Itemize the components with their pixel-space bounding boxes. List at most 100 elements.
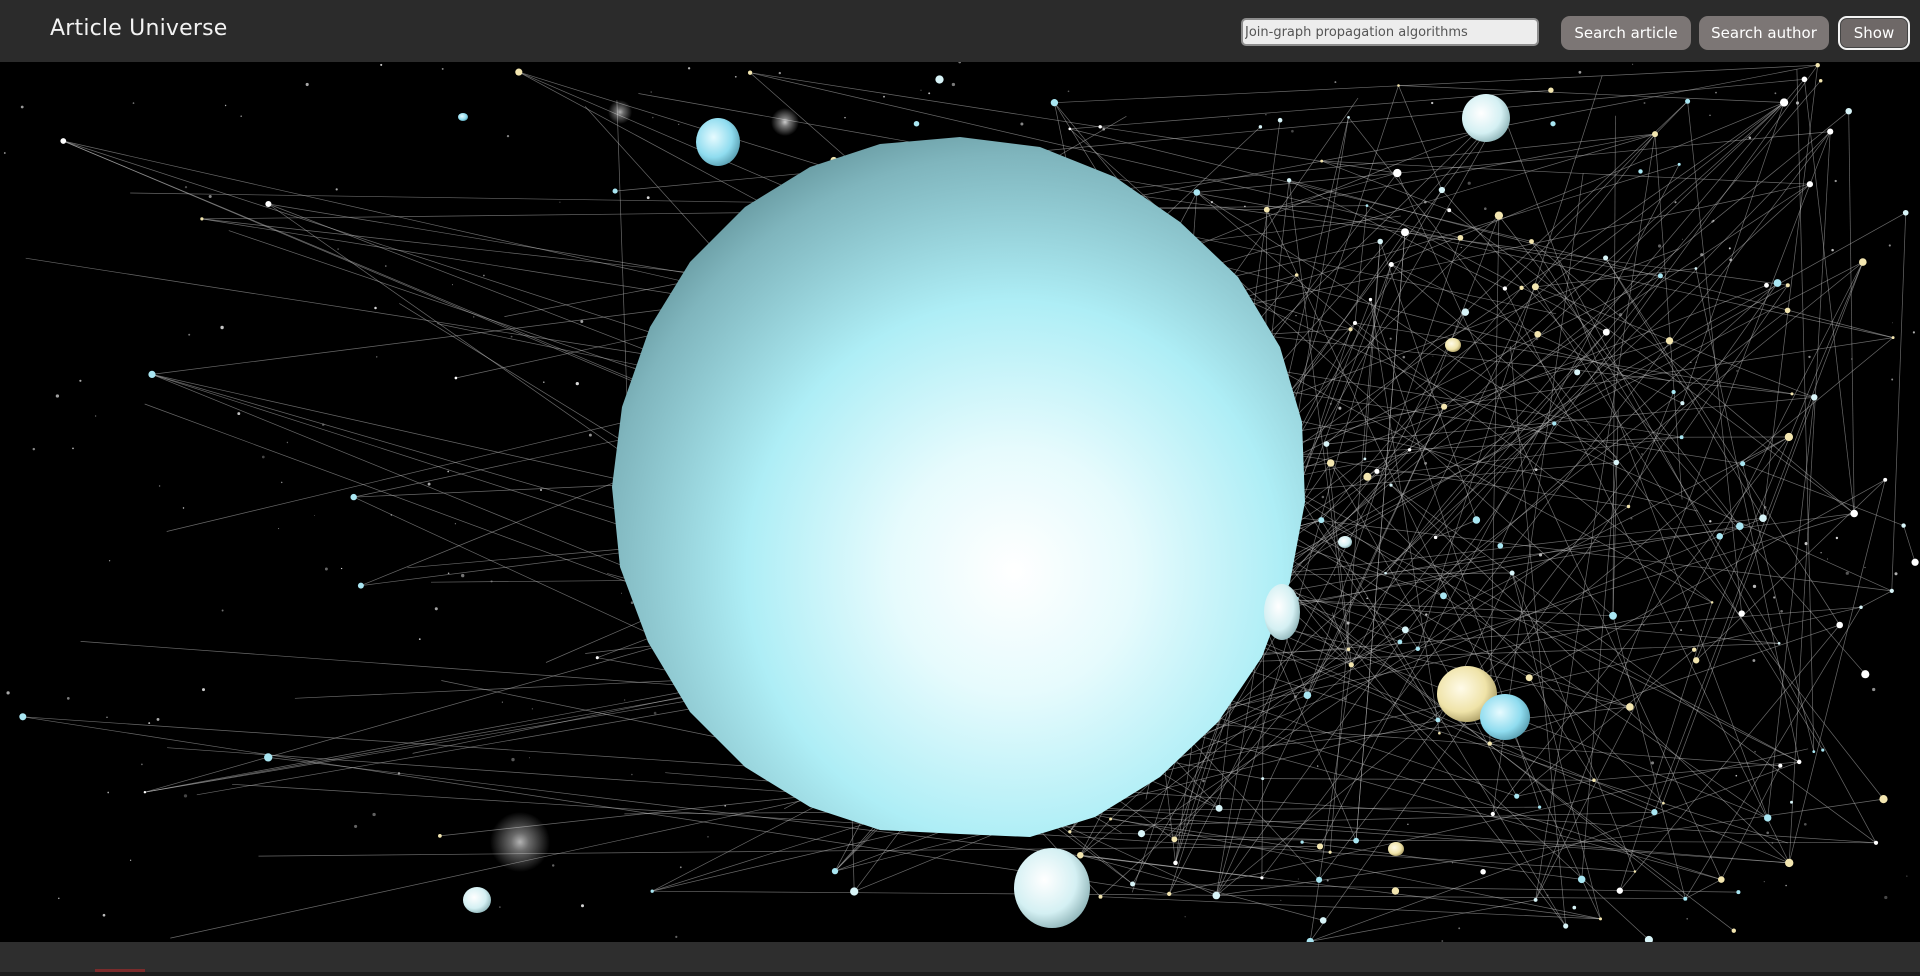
graph-node[interactable] (1718, 876, 1725, 883)
graph-node[interactable] (1130, 881, 1136, 887)
graph-node[interactable] (1457, 234, 1464, 241)
graph-node[interactable] (1525, 674, 1533, 682)
graph-node[interactable] (1352, 320, 1358, 326)
graph-node[interactable] (1801, 76, 1808, 83)
graph-node[interactable] (143, 790, 147, 794)
graph-node[interactable] (1384, 571, 1387, 575)
graph-node[interactable] (1665, 337, 1674, 345)
graph-node[interactable] (1777, 642, 1781, 645)
graph-node[interactable] (1294, 273, 1299, 277)
graph-canvas[interactable] (0, 62, 1920, 942)
graph-node[interactable] (1323, 441, 1330, 447)
show-button[interactable]: Show (1838, 16, 1910, 50)
article-node[interactable] (458, 113, 468, 121)
graph-node[interactable] (1318, 517, 1325, 524)
graph-node[interactable] (1836, 621, 1844, 629)
graph-node[interactable] (1778, 763, 1783, 768)
graph-node[interactable] (1286, 178, 1292, 183)
graph-node[interactable] (1796, 759, 1802, 765)
graph-node[interactable] (1391, 887, 1400, 895)
graph-node[interactable] (1109, 817, 1113, 821)
graph-node[interactable] (1326, 459, 1335, 467)
graph-node[interactable] (1626, 504, 1631, 509)
graph-node[interactable] (595, 656, 599, 660)
graph-node[interactable] (1537, 805, 1542, 809)
graph-node[interactable] (1692, 647, 1697, 652)
graph-node[interactable] (1694, 267, 1698, 270)
graph-node[interactable] (1171, 836, 1178, 843)
graph-node[interactable] (1514, 793, 1520, 799)
graph-node[interactable] (1652, 131, 1658, 138)
graph-node[interactable] (1319, 917, 1327, 924)
graph-node[interactable] (1603, 255, 1609, 261)
graph-node[interactable] (1902, 209, 1909, 216)
graph-node[interactable] (1348, 662, 1354, 668)
graph-node[interactable] (612, 188, 618, 194)
graph-node[interactable] (1260, 876, 1264, 880)
graph-node[interactable] (1388, 261, 1394, 268)
graph-node[interactable] (650, 889, 654, 893)
graph-node[interactable] (1368, 297, 1373, 302)
graph-node[interactable] (1534, 330, 1542, 338)
graph-node[interactable] (1679, 435, 1684, 440)
graph-node[interactable] (1859, 605, 1863, 609)
article-node[interactable] (1480, 694, 1530, 740)
graph-node[interactable] (1447, 208, 1452, 213)
graph-node[interactable] (1348, 327, 1353, 332)
graph-node[interactable] (264, 753, 273, 762)
graph-node[interactable] (1098, 125, 1102, 129)
graph-node[interactable] (1552, 421, 1557, 426)
graph-node[interactable] (1806, 181, 1814, 188)
graph-node[interactable] (1363, 457, 1367, 461)
graph-node[interactable] (515, 68, 523, 76)
graph-node[interactable] (1764, 814, 1772, 822)
graph-node[interactable] (1879, 795, 1888, 804)
graph-node[interactable] (1662, 801, 1665, 805)
graph-node[interactable] (1563, 923, 1569, 929)
graph-node[interactable] (60, 138, 67, 144)
graph-node[interactable] (1480, 869, 1486, 875)
graph-node[interactable] (1638, 169, 1643, 174)
graph-node[interactable] (1790, 800, 1793, 804)
graph-node[interactable] (148, 370, 156, 378)
graph-node[interactable] (1438, 186, 1446, 194)
graph-node[interactable] (1502, 286, 1508, 291)
graph-node[interactable] (1633, 870, 1637, 873)
graph-node[interactable] (1167, 891, 1172, 897)
graph-node[interactable] (1347, 115, 1350, 119)
graph-node[interactable] (1891, 336, 1895, 340)
graph-node[interactable] (1574, 369, 1581, 376)
graph-node[interactable] (1577, 875, 1586, 884)
graph-node[interactable] (1215, 804, 1223, 812)
graph-node[interactable] (1277, 117, 1283, 123)
graph-node[interactable] (913, 120, 920, 127)
graph-node[interactable] (1212, 891, 1221, 900)
article-node[interactable] (1014, 848, 1090, 928)
graph-node[interactable] (1759, 514, 1767, 522)
graph-node[interactable] (850, 887, 859, 896)
graph-node[interactable] (1365, 204, 1369, 207)
graph-node[interactable] (1494, 211, 1504, 220)
graph-node[interactable] (1901, 523, 1906, 528)
graph-node[interactable] (1609, 611, 1617, 620)
graph-node[interactable] (1548, 87, 1554, 93)
graph-node[interactable] (1616, 887, 1623, 894)
graph-node[interactable] (1735, 522, 1744, 531)
graph-node[interactable] (1328, 850, 1332, 854)
article-node[interactable] (1264, 584, 1300, 640)
graph-node[interactable] (1740, 461, 1746, 467)
graph-node[interactable] (1303, 691, 1312, 700)
graph-node[interactable] (1438, 731, 1441, 735)
graph-node[interactable] (1764, 282, 1769, 288)
graph-node[interactable] (1519, 285, 1524, 290)
graph-node[interactable] (1785, 283, 1790, 288)
graph-node[interactable] (1651, 809, 1658, 816)
graph-node[interactable] (1050, 99, 1059, 107)
graph-node[interactable] (1693, 657, 1700, 664)
graph-scene[interactable] (0, 62, 1920, 942)
graph-node[interactable] (1407, 448, 1412, 452)
graph-node[interactable] (1531, 283, 1539, 291)
graph-node[interactable] (1353, 837, 1359, 844)
graph-node[interactable] (831, 867, 839, 875)
graph-node[interactable] (1300, 840, 1304, 844)
